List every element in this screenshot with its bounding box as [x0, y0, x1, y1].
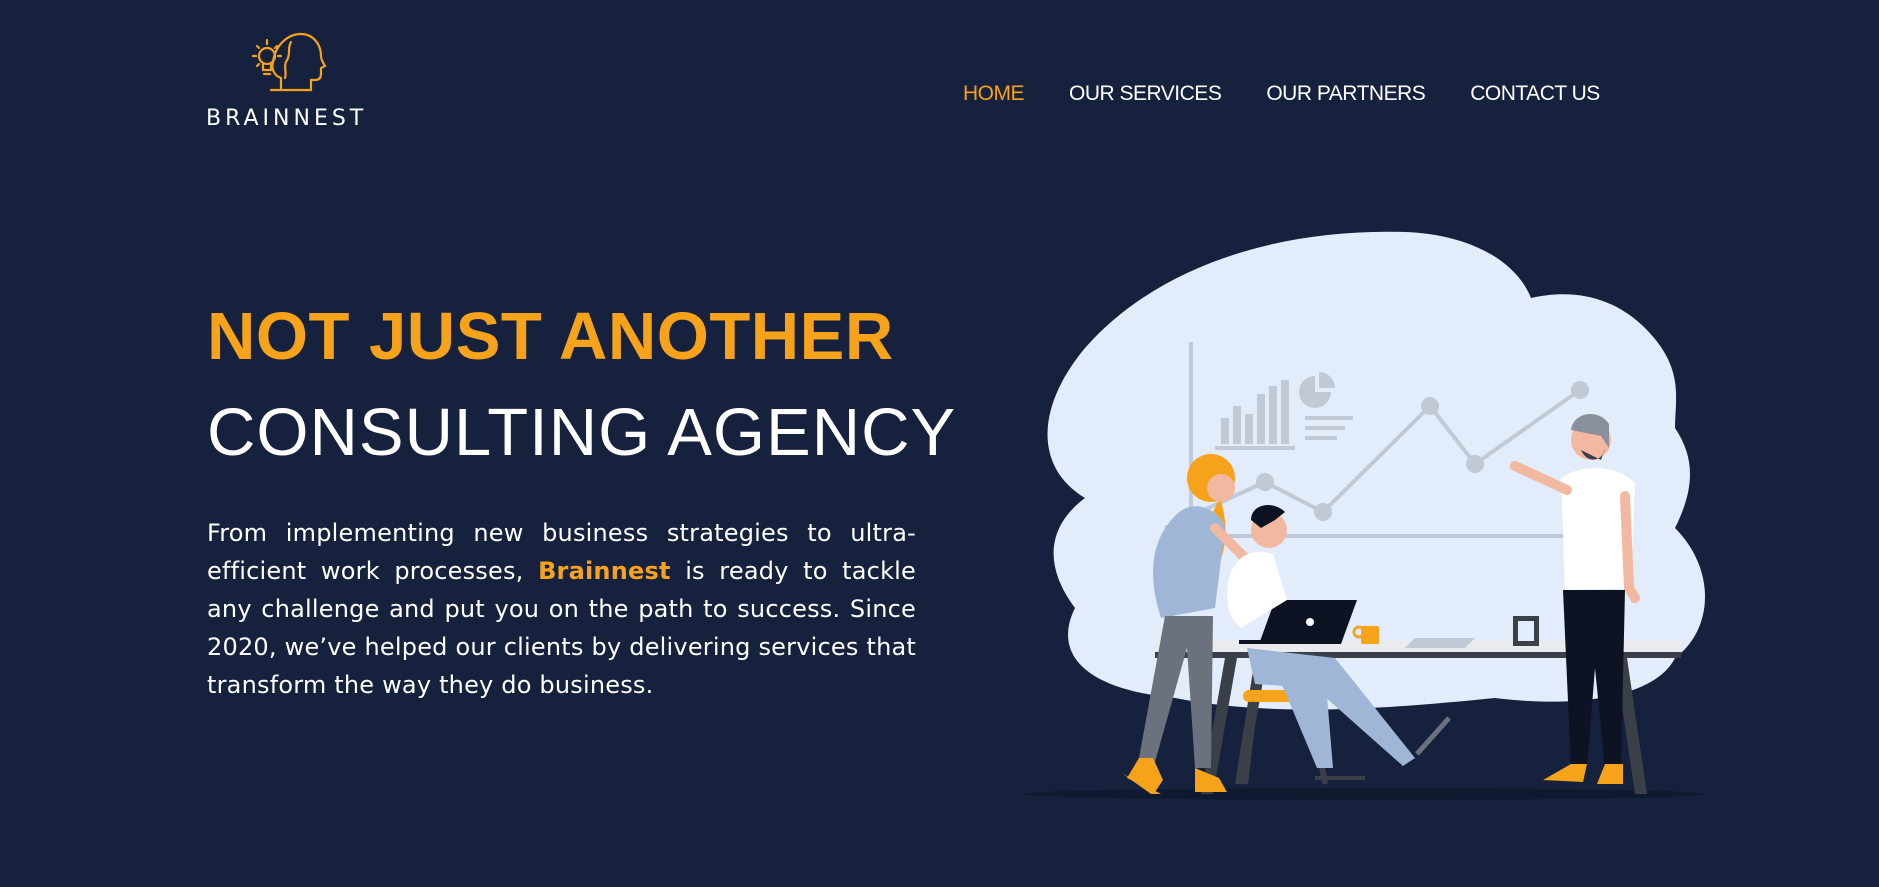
nav-our-services[interactable]: OUR SERVICES [1069, 82, 1222, 106]
hero-brand-highlight: Brainnest [538, 557, 671, 585]
main-nav: HOME OUR SERVICES OUR PARTNERS CONTACT U… [963, 82, 1645, 106]
nav-contact-us[interactable]: CONTACT US [1470, 82, 1600, 106]
team-meeting-illustration [1015, 228, 1715, 813]
hero-description: From implementing new business strategie… [207, 514, 916, 704]
brand-logo[interactable]: BRAINNEST [206, 28, 368, 131]
hero-title-line-1: NOT JUST ANOTHER [207, 299, 894, 374]
hero-title-line-2: CONSULTING AGENCY [207, 395, 957, 470]
nav-home[interactable]: HOME [963, 82, 1025, 106]
brand-name: BRAINNEST [206, 106, 368, 131]
lightbulb-head-icon [251, 32, 326, 92]
nav-our-partners[interactable]: OUR PARTNERS [1266, 82, 1425, 106]
